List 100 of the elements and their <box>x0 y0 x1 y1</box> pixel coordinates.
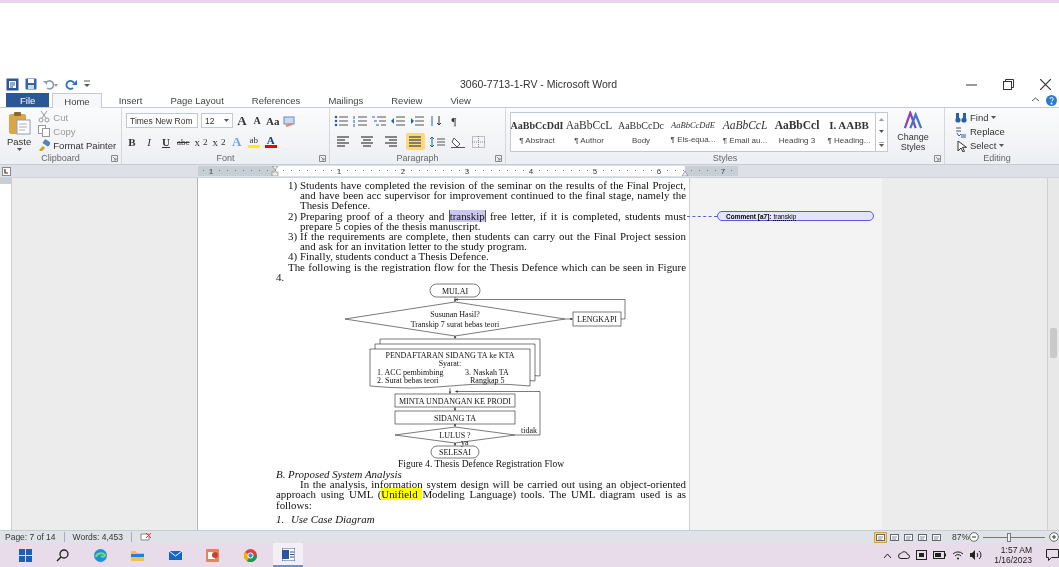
style-gallery[interactable]: AaBbCcDdI ¶ Abstract AaBbCcL ¶ Author AaBbCcDc Body AaBbCcDdE ¶ Els-equa... AaBbCcL ¶ Email au... AaBbCcl Heading 3 I. AABB ¶ Heading... <box>510 112 888 152</box>
style-preview[interactable]: AaBbCcDdI <box>510 119 564 131</box>
close-icon[interactable] <box>1040 78 1051 90</box>
dialog-launcher-icon[interactable] <box>934 154 941 162</box>
indent-marker-icon[interactable] <box>681 170 689 176</box>
collapse-ribbon-icon[interactable] <box>1031 94 1040 104</box>
font-size-button[interactable]: A <box>236 112 248 129</box>
ribbon-tab[interactable]: Mailings <box>317 93 375 107</box>
clear-formatting-icon[interactable] <box>282 114 297 127</box>
style-preview[interactable]: AaBbCcL <box>722 119 768 131</box>
scroll-down-icon[interactable] <box>879 129 884 133</box>
dialog-launcher-icon[interactable] <box>111 154 118 162</box>
style-preview[interactable]: AaBbCcDc <box>617 119 665 131</box>
scroll-up-icon[interactable] <box>879 117 884 121</box>
change-styles-icon <box>902 111 924 129</box>
format-button[interactable]: ab <box>247 135 260 148</box>
document-app-icon[interactable] <box>281 547 295 561</box>
multilevel-list-icon[interactable] <box>372 114 386 127</box>
style-name[interactable]: ¶ Author <box>574 136 604 145</box>
bullets-icon[interactable] <box>334 114 348 127</box>
ribbon-tab[interactable]: References <box>240 93 312 107</box>
word-app-icon[interactable] <box>6 77 19 91</box>
presentation-app-icon[interactable] <box>206 548 220 562</box>
search-icon[interactable] <box>56 548 70 562</box>
style-preview[interactable]: AaBbCcL <box>565 119 613 131</box>
dialog-launcher-icon[interactable] <box>495 154 502 162</box>
envelope-icon[interactable] <box>168 548 182 562</box>
justify-icon[interactable] <box>406 133 425 150</box>
windows-logo-icon[interactable] <box>18 548 32 562</box>
zoom-slider[interactable] <box>983 532 1045 542</box>
decrease-indent-icon[interactable] <box>391 114 405 127</box>
wifi-icon[interactable] <box>952 550 965 560</box>
zoom-out-icon[interactable] <box>969 532 979 542</box>
style-name[interactable]: Heading 3 <box>778 136 816 145</box>
font-size-field[interactable]: 12 <box>201 113 233 128</box>
cloud-icon[interactable] <box>898 551 911 559</box>
scrollbar-thumb[interactable] <box>1050 328 1057 358</box>
ribbon-tab[interactable]: Insert <box>107 93 154 107</box>
ribbon-button[interactable]: Format Painter <box>38 139 117 151</box>
zoom-level: 87% <box>952 532 969 542</box>
font-name-field[interactable]: Times New Rom <box>126 113 198 128</box>
style-preview[interactable]: AaBbCcDdE <box>671 120 715 130</box>
increase-indent-icon[interactable] <box>410 114 424 127</box>
dialog-launcher-icon[interactable] <box>319 154 326 162</box>
chevron-up-icon[interactable] <box>883 551 893 559</box>
browser-icon[interactable] <box>244 548 258 562</box>
ribbon-tab[interactable]: Page Layout <box>159 93 235 107</box>
style-name[interactable]: ¶ Heading... <box>827 136 871 145</box>
customize-toolbar-icon[interactable] <box>83 79 91 89</box>
show-marks-button[interactable]: ¶ <box>448 114 460 127</box>
outline-view-icon[interactable] <box>917 532 928 542</box>
style-name[interactable]: Body <box>631 135 651 145</box>
proofing-icon[interactable] <box>140 532 152 542</box>
ribbon-tab[interactable]: View <box>439 93 482 107</box>
editing-button[interactable]: Find <box>955 111 1005 124</box>
zoom-in-icon[interactable] <box>1049 532 1059 542</box>
redo-icon[interactable] <box>65 78 77 90</box>
style-preview[interactable]: I. AABB <box>829 119 869 131</box>
save-icon[interactable] <box>25 78 37 90</box>
font-size-button[interactable]: A <box>251 115 263 126</box>
battery-icon[interactable] <box>933 551 947 559</box>
shading-icon[interactable] <box>451 135 467 148</box>
more-styles-icon[interactable] <box>879 141 884 147</box>
draft-view-icon[interactable] <box>931 532 942 542</box>
sort-icon[interactable] <box>429 114 443 127</box>
speaker-icon[interactable] <box>970 550 983 560</box>
ribbon-tab[interactable]: Review <box>380 93 434 107</box>
help-icon[interactable] <box>1046 94 1057 106</box>
ruler-number: 6 <box>656 167 662 176</box>
style-preview[interactable]: AaBbCcl <box>774 119 820 131</box>
style-name[interactable]: ¶ Email au... <box>722 136 768 145</box>
slider-thumb[interactable] <box>1007 532 1012 542</box>
ribbon-tab[interactable]: Home <box>52 93 102 108</box>
web-layout-icon[interactable] <box>903 532 914 542</box>
print-layout-icon[interactable] <box>875 532 886 542</box>
format-button[interactable]: B <box>126 135 138 148</box>
vertical-scrollbar[interactable] <box>1047 178 1059 530</box>
editing-button[interactable]: Select <box>955 139 1005 152</box>
browser-icon[interactable] <box>93 548 107 562</box>
restore-icon[interactable] <box>1003 78 1014 90</box>
paste-button[interactable]: Paste <box>4 111 35 152</box>
tab-stop-icon[interactable] <box>1 166 11 176</box>
notification-icon[interactable] <box>1046 549 1059 561</box>
format-button[interactable]: abc <box>177 136 190 147</box>
format-button[interactable]: I <box>143 135 155 148</box>
line-spacing-icon[interactable] <box>430 135 446 148</box>
indent-marker-icon[interactable] <box>271 166 279 176</box>
change-case-button[interactable]: Aa <box>266 114 280 127</box>
borders-icon[interactable] <box>472 135 486 148</box>
folder-icon[interactable] <box>131 548 145 562</box>
editing-button[interactable]: Replace <box>955 125 1005 138</box>
change-styles-button[interactable]: Change Styles <box>894 111 932 152</box>
reading-view-icon[interactable] <box>889 532 900 542</box>
format-button[interactable]: U <box>160 135 172 148</box>
style-name[interactable]: ¶ Abstract <box>519 135 555 145</box>
undo-icon[interactable] <box>43 78 59 90</box>
tray-app-icon[interactable] <box>916 550 928 560</box>
format-button[interactable]: A <box>264 135 277 148</box>
style-name[interactable]: ¶ Els-equa... <box>670 135 716 144</box>
ribbon-tab[interactable]: File <box>6 93 50 107</box>
